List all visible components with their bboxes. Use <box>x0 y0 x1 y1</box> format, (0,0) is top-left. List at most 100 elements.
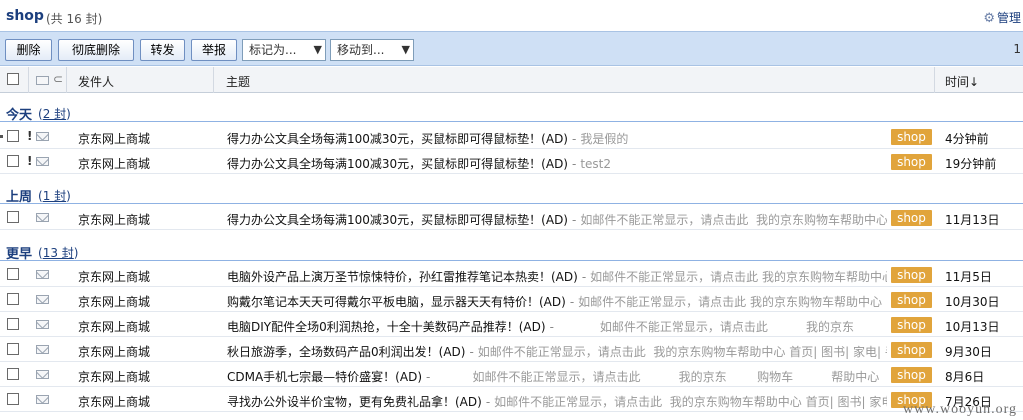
group-earlier-header: 更早 (13 封) <box>0 235 1023 262</box>
folder-title-bar: shop (共 16 封) ⚙ 管理 <box>0 0 1023 30</box>
manage-link[interactable]: ⚙ 管理 <box>983 9 1021 26</box>
sender-name[interactable]: 京东网上商城 <box>78 211 150 228</box>
preview-text: 我是假的 <box>580 132 629 146</box>
subject-text[interactable]: CDMA手机七宗最—特价盛宴！(AD) <box>227 370 422 384</box>
folder-tag[interactable]: shop <box>891 367 932 383</box>
preview-separator: - <box>572 157 577 171</box>
row-checkbox[interactable] <box>7 318 19 330</box>
folder-tag[interactable]: shop <box>891 154 932 170</box>
subject-text[interactable]: 寻找办公外设半价宝物，更有免费礼品拿！(AD) <box>227 395 482 409</box>
page-indicator[interactable]: 1 <box>1013 42 1021 56</box>
envelope-icon <box>36 395 49 404</box>
gear-icon: ⚙ <box>983 11 995 26</box>
mail-time: 10月30日 <box>945 295 1000 309</box>
row-checkbox[interactable] <box>7 211 19 223</box>
envelope-icon <box>36 157 49 166</box>
preview-separator: - <box>581 270 587 284</box>
preview-text: 如邮件不能正常显示，请点击此 我的京东购物车帮助中心 首 <box>580 213 887 227</box>
subject-cell[interactable]: 得力办公文具全场每满100减30元，买鼠标即可得鼠标垫！(AD) - 我是假的 <box>227 130 887 147</box>
move-to-dropdown[interactable]: 移动到... ▼ <box>330 39 414 61</box>
mail-row[interactable]: 京东网上商城 电脑外设产品上演万圣节惊悚特价，孙红雷推荐笔记本热卖！(AD) - 如… <box>0 262 1023 287</box>
folder-tag[interactable]: shop <box>891 317 932 333</box>
subject-text[interactable]: 电脑外设产品上演万圣节惊悚特价，孙红雷推荐笔记本热卖！(AD) <box>227 270 578 284</box>
row-checkbox[interactable] <box>7 368 19 380</box>
sender-name[interactable]: 京东网上商城 <box>78 318 150 335</box>
time-column-header[interactable]: 时间↓ <box>945 73 979 90</box>
sender-column-header[interactable]: 发件人 <box>78 73 114 90</box>
group-count[interactable]: (1 封) <box>38 187 71 204</box>
subject-text[interactable]: 得力办公文具全场每满100减30元，买鼠标即可得鼠标垫！(AD) <box>227 132 568 146</box>
subject-column-header[interactable]: 主题 <box>226 73 250 90</box>
envelope-icon <box>36 295 49 304</box>
subject-text[interactable]: 得力办公文具全场每满100减30元，买鼠标即可得鼠标垫！(AD) <box>227 157 568 171</box>
delete-forever-button[interactable]: 彻底删除 <box>58 39 134 61</box>
subject-text[interactable]: 电脑DIY配件全场0利润热抢，十全十美数码产品推荐！(AD) <box>227 320 546 334</box>
mail-row[interactable]: ! 京东网上商城 得力办公文具全场每满100减30元，买鼠标即可得鼠标垫！(AD… <box>0 124 1023 149</box>
site-watermark: www.wooyun.org <box>903 402 1017 417</box>
folder-tag[interactable]: shop <box>891 129 932 145</box>
sender-name[interactable]: 京东网上商城 <box>78 343 150 360</box>
subject-cell[interactable]: 寻找办公外设半价宝物，更有免费礼品拿！(AD) - 如邮件不能正常显示，请点击此 我… <box>227 393 887 410</box>
subject-cell[interactable]: 电脑DIY配件全场0利润热抢，十全十美数码产品推荐！(AD) - 如邮件不能正常显… <box>227 318 887 335</box>
envelope-icon <box>36 213 49 222</box>
subject-cell[interactable]: 得力办公文具全场每满100减30元，买鼠标即可得鼠标垫！(AD) - test2 <box>227 155 887 172</box>
column-divider <box>66 67 67 93</box>
mail-time: 10月13日 <box>945 320 1000 334</box>
sender-name[interactable]: 京东网上商城 <box>78 155 150 172</box>
folder-name: shop <box>6 8 44 24</box>
envelope-icon <box>36 345 49 354</box>
group-count-link[interactable]: 13 封 <box>43 246 74 260</box>
sender-name[interactable]: 京东网上商城 <box>78 368 150 385</box>
mail-row[interactable]: ! 京东网上商城 得力办公文具全场每满100减30元，买鼠标即可得鼠标垫！(AD… <box>0 149 1023 174</box>
subject-cell[interactable]: CDMA手机七宗最—特价盛宴！(AD) - 如邮件不能正常显示，请点击此 我的京东… <box>227 368 887 385</box>
report-button[interactable]: 举报 <box>191 39 237 61</box>
row-checkbox[interactable] <box>7 130 19 142</box>
row-checkbox[interactable] <box>7 293 19 305</box>
chevron-down-icon: ▼ <box>313 43 322 56</box>
envelope-icon <box>36 132 49 141</box>
group-count-link[interactable]: 2 封 <box>43 107 66 121</box>
row-checkbox[interactable] <box>7 268 19 280</box>
subject-cell[interactable]: 秋日旅游季，全场数码产品0利润出发！(AD) - 如邮件不能正常显示，请点击此 我的… <box>227 343 887 360</box>
sender-name[interactable]: 京东网上商城 <box>78 268 150 285</box>
forward-button[interactable]: 转发 <box>140 39 185 61</box>
attachment-column-icon[interactable]: ⊂ <box>53 72 63 86</box>
subject-text[interactable]: 得力办公文具全场每满100减30元，买鼠标即可得鼠标垫！(AD) <box>227 213 568 227</box>
folder-tag[interactable]: shop <box>891 210 932 226</box>
sender-name[interactable]: 京东网上商城 <box>78 130 150 147</box>
folder-tag[interactable]: shop <box>891 267 932 283</box>
mail-row[interactable]: 京东网上商城 购戴尔笔记本天天可得戴尔平板电脑，显示器天天有特价！(AD) - 如邮… <box>0 287 1023 312</box>
subject-cell[interactable]: 电脑外设产品上演万圣节惊悚特价，孙红雷推荐笔记本热卖！(AD) - 如邮件不能正常显… <box>227 268 887 285</box>
sender-name[interactable]: 京东网上商城 <box>78 393 150 410</box>
group-count[interactable]: (2 封) <box>38 105 71 122</box>
read-status-column-icon[interactable] <box>36 76 49 85</box>
mail-row[interactable]: 京东网上商城 得力办公文具全场每满100减30元，买鼠标即可得鼠标垫！(AD) -… <box>0 205 1023 230</box>
column-divider <box>213 67 214 93</box>
row-checkbox[interactable] <box>7 155 19 167</box>
folder-tag[interactable]: shop <box>891 342 932 358</box>
mail-time: 4分钟前 <box>945 132 989 146</box>
mail-row[interactable]: 京东网上商城 秋日旅游季，全场数码产品0利润出发！(AD) - 如邮件不能正常显示，… <box>0 337 1023 362</box>
mail-row[interactable]: 京东网上商城 电脑DIY配件全场0利润热抢，十全十美数码产品推荐！(AD) - 如… <box>0 312 1023 337</box>
group-count[interactable]: (13 封) <box>38 244 78 261</box>
row-checkbox[interactable] <box>7 393 19 405</box>
select-all-checkbox[interactable] <box>7 73 19 85</box>
group-label: 上周 <box>6 190 33 205</box>
subject-text[interactable]: 购戴尔笔记本天天可得戴尔平板电脑，显示器天天有特价！(AD) <box>227 295 566 309</box>
subject-cell[interactable]: 得力办公文具全场每满100减30元，买鼠标即可得鼠标垫！(AD) - 如邮件不能正常… <box>227 211 887 228</box>
sender-name[interactable]: 京东网上商城 <box>78 293 150 310</box>
mail-row[interactable]: 京东网上商城 寻找办公外设半价宝物，更有免费礼品拿！(AD) - 如邮件不能正常显示… <box>0 387 1023 412</box>
preview-text: test2 <box>580 157 612 171</box>
mark-as-dropdown[interactable]: 标记为... ▼ <box>242 39 326 61</box>
mail-row[interactable]: 京东网上商城 CDMA手机七宗最—特价盛宴！(AD) - 如邮件不能正常显示，请点… <box>0 362 1023 387</box>
group-count-link[interactable]: 1 封 <box>43 189 66 203</box>
row-checkbox[interactable] <box>7 343 19 355</box>
mail-list-header: ⊂ 发件人 主题 时间↓ <box>0 67 1023 93</box>
subject-text[interactable]: 秋日旅游季，全场数码产品0利润出发！(AD) <box>227 345 465 359</box>
folder-tag[interactable]: shop <box>891 292 932 308</box>
subject-cell[interactable]: 购戴尔笔记本天天可得戴尔平板电脑，显示器天天有特价！(AD) - 如邮件不能正常显示… <box>227 293 887 310</box>
chevron-down-icon: ▼ <box>401 43 410 56</box>
manage-label: 管理 <box>996 11 1021 25</box>
column-divider <box>28 67 29 93</box>
delete-button[interactable]: 删除 <box>5 39 52 61</box>
